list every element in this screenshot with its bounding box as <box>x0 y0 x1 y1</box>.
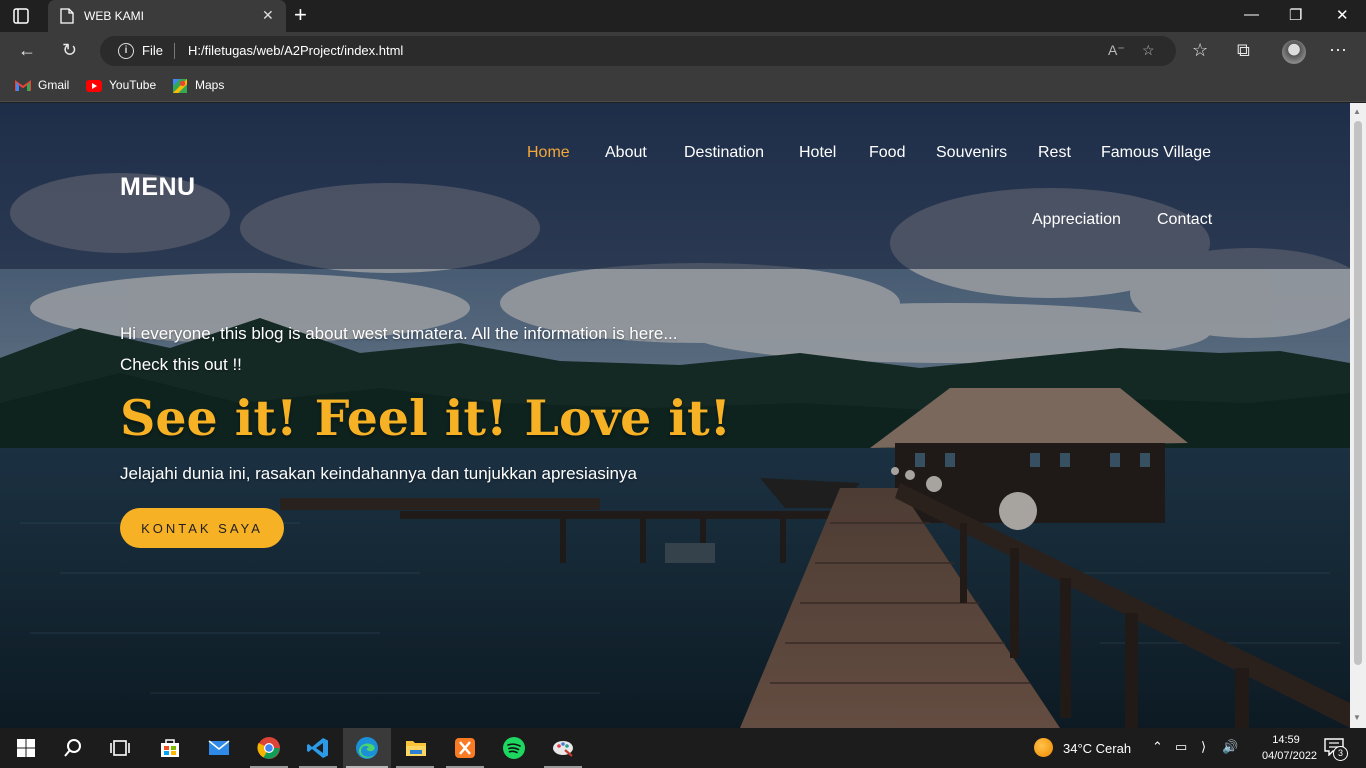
gmail-icon <box>15 80 31 91</box>
contact-me-button[interactable]: KONTAK SAYA <box>120 508 284 548</box>
clock-time: 14:59 <box>1272 734 1300 746</box>
vscode-icon[interactable] <box>306 736 330 760</box>
close-tab-icon[interactable]: ✕ <box>262 8 274 22</box>
page-scrollbar[interactable]: ▲ ▼ <box>1350 103 1366 728</box>
weather-text[interactable]: 34°C Cerah <box>1063 741 1131 756</box>
restore-button[interactable]: ❐ <box>1289 6 1302 24</box>
bookmark-label: Maps <box>195 78 225 92</box>
xampp-icon[interactable] <box>453 736 477 760</box>
site-header <box>0 103 1350 269</box>
nav-food[interactable]: Food <box>869 144 905 162</box>
scheme-label: File <box>142 43 163 58</box>
wifi-icon[interactable]: ⟩ <box>1201 739 1206 755</box>
tab-title: WEB KAMI <box>84 9 145 23</box>
battery-icon[interactable]: ▭ <box>1175 739 1187 755</box>
nav-hotel[interactable]: Hotel <box>799 144 836 162</box>
notification-count-badge: 3 <box>1333 746 1348 761</box>
speaker-icon[interactable]: 🔊 <box>1222 739 1238 755</box>
nav-about[interactable]: About <box>605 144 647 162</box>
scroll-down-icon[interactable]: ▼ <box>1353 713 1361 722</box>
refresh-icon[interactable]: ↻ <box>62 40 77 60</box>
address-bar[interactable]: i File H:/filetugas/web/A2Project/index.… <box>100 36 1176 66</box>
hero-intro-line-1: Hi everyone, this blog is about west sum… <box>120 324 678 343</box>
nav-destination[interactable]: Destination <box>684 144 764 162</box>
nav-contact[interactable]: Contact <box>1157 211 1212 229</box>
taskbar: 34°C Cerah ⌃ ▭ ⟩ 🔊 14:59 04/07/2022 3 <box>0 728 1366 768</box>
nav-home[interactable]: Home <box>527 144 570 162</box>
page-viewport: MENU Home About Destination Hotel Food S… <box>0 103 1350 728</box>
nav-rest[interactable]: Rest <box>1038 144 1071 162</box>
spotify-icon[interactable] <box>502 736 526 760</box>
youtube-icon <box>86 80 102 92</box>
profile-avatar[interactable] <box>1282 40 1306 64</box>
system-clock[interactable]: 14:59 04/07/2022 <box>1262 732 1318 764</box>
search-icon[interactable] <box>61 736 85 760</box>
chrome-icon[interactable] <box>257 736 281 760</box>
read-aloud-icon[interactable]: A⁻ <box>1108 42 1125 59</box>
file-explorer-icon[interactable] <box>404 736 428 760</box>
chevron-up-icon[interactable]: ⌃ <box>1152 739 1163 755</box>
browser-tab[interactable]: WEB KAMI ✕ <box>48 0 286 32</box>
maps-icon <box>173 79 187 93</box>
info-icon[interactable]: i <box>118 43 134 59</box>
nav-appreciation[interactable]: Appreciation <box>1032 211 1121 229</box>
clock-date: 04/07/2022 <box>1262 750 1318 762</box>
close-window-button[interactable]: ✕ <box>1336 6 1349 24</box>
favorites-icon[interactable]: ☆ <box>1192 40 1208 60</box>
add-favorite-icon[interactable]: ☆ <box>1142 42 1155 59</box>
hero-tagline: Jelajahi dunia ini, rasakan keindahannya… <box>120 464 637 483</box>
hero-headline: See it! Feel it! Love it! <box>120 389 732 447</box>
address-separator <box>174 43 175 59</box>
url-text[interactable]: H:/filetugas/web/A2Project/index.html <box>188 43 403 58</box>
task-view-icon[interactable] <box>108 736 132 760</box>
mail-icon[interactable] <box>207 736 231 760</box>
new-tab-button[interactable]: + <box>294 4 307 26</box>
collections-icon[interactable]: ⧉ <box>1237 40 1250 60</box>
edge-icon[interactable] <box>355 736 379 760</box>
bookmark-label: Gmail <box>38 78 70 92</box>
more-options-icon[interactable]: ⋯ <box>1329 40 1347 60</box>
tab-bar: WEB KAMI ✕ + — ❐ ✕ <box>0 0 1366 32</box>
scroll-thumb[interactable] <box>1354 121 1362 665</box>
nav-souvenirs[interactable]: Souvenirs <box>936 144 1007 162</box>
windows-start-icon[interactable] <box>14 736 38 760</box>
nav-famous-village[interactable]: Famous Village <box>1101 144 1211 162</box>
paint-icon[interactable] <box>551 736 575 760</box>
back-arrow-icon[interactable]: ← <box>18 40 36 60</box>
minimize-button[interactable]: — <box>1244 6 1259 23</box>
bookmark-label: YouTube <box>109 78 157 92</box>
tab-actions-icon[interactable] <box>12 7 30 25</box>
site-brand[interactable]: MENU <box>120 173 196 202</box>
scroll-up-icon[interactable]: ▲ <box>1353 107 1361 116</box>
page-icon <box>60 8 74 24</box>
weather-sun-icon[interactable] <box>1034 738 1053 757</box>
bookmarks-bar: Gmail YouTube Maps <box>0 70 1366 102</box>
hero-intro-line-2: Check this out !! <box>120 355 242 374</box>
browser-toolbar: ← ↻ i File H:/filetugas/web/A2Project/in… <box>0 32 1366 70</box>
store-icon[interactable] <box>158 736 182 760</box>
